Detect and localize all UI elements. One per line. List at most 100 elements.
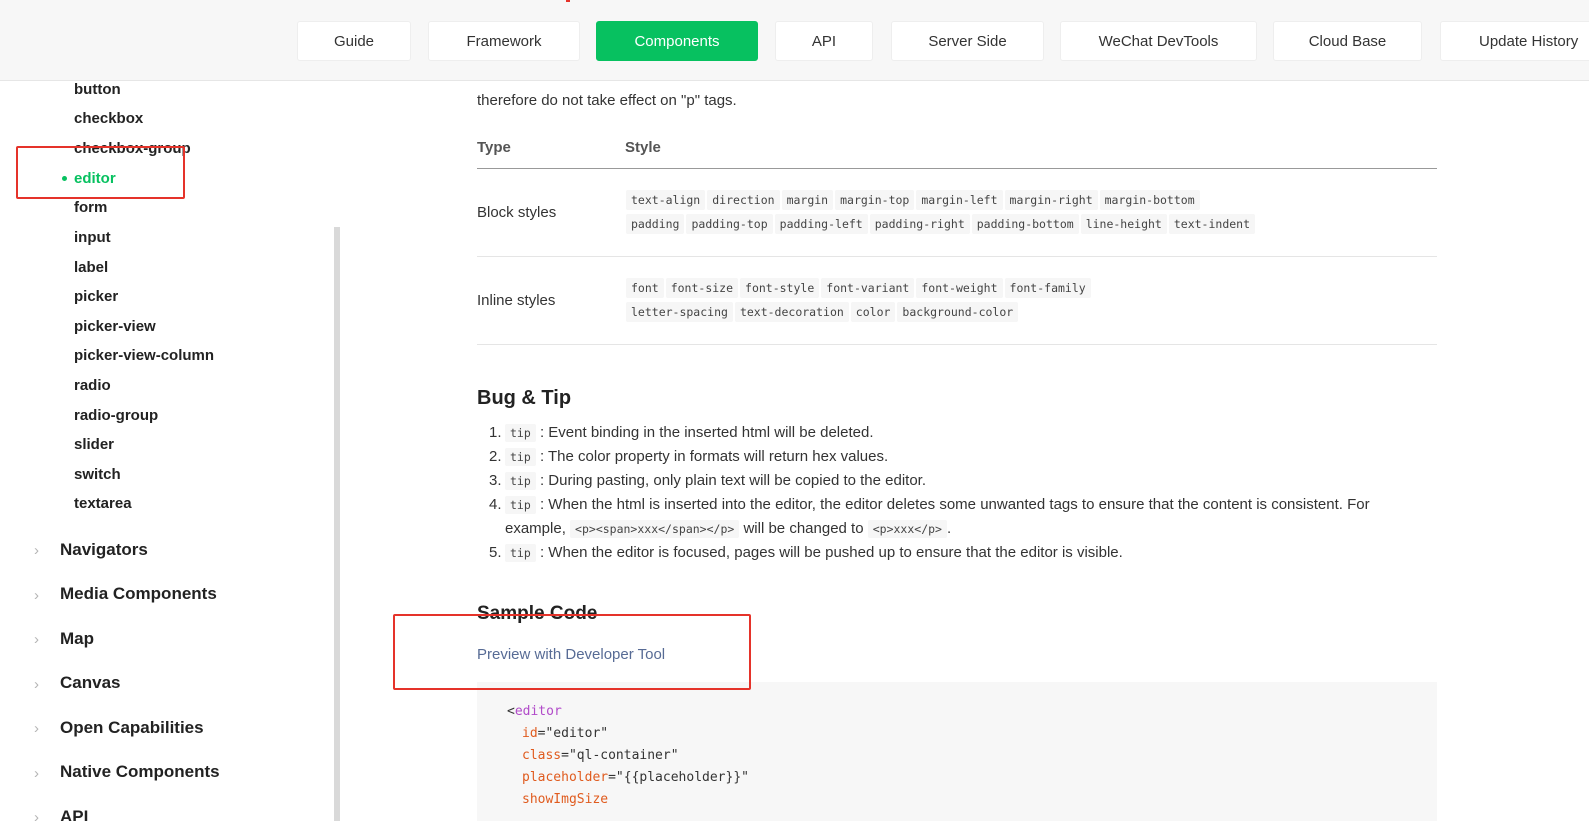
sidebar-item-slider[interactable]: slider	[74, 436, 114, 454]
code-line: id="editor"	[522, 726, 609, 741]
tip-text: : The color property in formats will ret…	[539, 448, 889, 465]
list-number: 4.	[489, 496, 502, 513]
tip-code: <p><span>xxx</span></p>	[570, 520, 740, 538]
nav-cloud-base[interactable]: Cloud Base	[1273, 21, 1422, 61]
table-header-style: Style	[625, 128, 1437, 169]
style-tag: line-height	[1080, 214, 1167, 234]
list-number: 2.	[489, 448, 502, 465]
style-table: Type Style Block styles text-align direct…	[477, 128, 1437, 345]
nav-guide[interactable]: Guide	[297, 21, 411, 61]
table-header-type: Type	[477, 128, 625, 169]
style-tag: direction	[707, 190, 780, 210]
style-tag: font-weight	[916, 278, 1003, 298]
tip-text: : During pasting, only plain text will b…	[539, 472, 927, 489]
sidebar-group-api[interactable]: API	[60, 807, 88, 821]
nav-api[interactable]: API	[775, 21, 873, 61]
style-tag: text-align	[626, 190, 706, 210]
list-item: 5. tip : When the editor is focused, page…	[477, 543, 1123, 563]
nav-update-history[interactable]: Update History	[1440, 21, 1589, 61]
sidebar-item-radio[interactable]: radio	[74, 377, 111, 395]
style-tag: text-indent	[1168, 214, 1256, 234]
style-tag: padding-right	[869, 214, 970, 234]
sidebar-item-label[interactable]: label	[74, 259, 108, 277]
sidebar-group-open-capabilities[interactable]: Open Capabilities	[60, 718, 204, 738]
list-item: 1. tip : Event binding in the inserted ht…	[477, 423, 873, 443]
sidebar-group-media-components[interactable]: Media Components	[60, 584, 217, 604]
sidebar-item-picker-view[interactable]: picker-view	[74, 318, 156, 336]
sidebar-scrollbar[interactable]	[334, 227, 340, 821]
intro-text: therefore do not take effect on "p" tags…	[477, 92, 737, 109]
sidebar-group-canvas[interactable]: Canvas	[60, 673, 120, 693]
style-tag: margin-top	[835, 190, 915, 210]
sidebar-item-textarea[interactable]: textarea	[74, 495, 132, 513]
chevron-right-icon: ›	[34, 676, 39, 693]
sidebar-item-radio-group[interactable]: radio-group	[74, 407, 158, 425]
style-tag: padding	[626, 214, 685, 234]
style-tag: letter-spacing	[626, 302, 733, 322]
tip-text: .	[946, 520, 952, 537]
list-item: 3. tip : During pasting, only plain text …	[477, 471, 926, 491]
table-cell-styles: text-align direction margin margin-top margi…	[625, 168, 1437, 257]
tip-code: tip	[505, 424, 536, 442]
code-line: placeholder="{{placeholder}}"	[522, 770, 749, 785]
style-tag: font-family	[1004, 278, 1091, 298]
tip-code: tip	[505, 496, 536, 514]
top-accent-mark	[566, 0, 570, 2]
sidebar-item-picker[interactable]: picker	[74, 288, 118, 306]
tip-code: <p>xxx</p>	[867, 520, 947, 538]
sidebar-item-button[interactable]: button	[74, 81, 121, 99]
tip-text: : When the editor is focused, pages will…	[539, 544, 1123, 561]
code-block: <editor id="editor" class="ql-container"…	[477, 682, 1437, 821]
style-tag: font-style	[740, 278, 820, 298]
tip-text: will be changed to	[743, 520, 864, 537]
tip-code: tip	[505, 448, 536, 466]
sidebar-group-map[interactable]: Map	[60, 629, 94, 649]
style-tag: margin-right	[1004, 190, 1098, 210]
chevron-right-icon: ›	[34, 587, 39, 604]
style-tag: margin-bottom	[1099, 190, 1200, 210]
table-cell-styles: font font-size font-style font-variant font-…	[625, 256, 1437, 345]
code-line: <editor	[507, 704, 562, 719]
sidebar-group-navigators[interactable]: Navigators	[60, 540, 148, 560]
list-item: 2. tip : The color property in formats wi…	[477, 447, 888, 467]
sidebar-group-native-components[interactable]: Native Components	[60, 762, 220, 782]
top-navigation: Guide Framework Components API Server Si…	[0, 0, 1589, 81]
highlight-box-sample-code	[393, 614, 751, 690]
list-item-continuation: example, <p><span>xxx</span></p> will be…	[505, 519, 951, 539]
nav-wechat-devtools[interactable]: WeChat DevTools	[1060, 21, 1257, 61]
sidebar-item-input[interactable]: input	[74, 229, 111, 247]
style-tag: font-size	[665, 278, 739, 298]
chevron-right-icon: ›	[34, 631, 39, 648]
sidebar-item-picker-view-column[interactable]: picker-view-column	[74, 347, 214, 365]
nav-components[interactable]: Components	[596, 21, 758, 61]
chevron-right-icon: ›	[34, 720, 39, 737]
style-tag: margin-left	[916, 190, 1003, 210]
style-tag: font-variant	[821, 278, 915, 298]
style-tag: margin	[781, 190, 834, 210]
code-line: class="ql-container"	[522, 748, 679, 763]
list-number: 1.	[489, 424, 502, 441]
list-item: 4. tip : When the html is inserted into t…	[477, 495, 1370, 515]
table-row: Block styles text-align direction margin ma…	[477, 168, 1437, 257]
bug-tip-heading: Bug & Tip	[477, 387, 572, 409]
tip-text: : When the html is inserted into the edi…	[539, 496, 1370, 513]
sidebar-item-switch[interactable]: switch	[74, 466, 121, 484]
tip-code: tip	[505, 472, 536, 490]
nav-server-side[interactable]: Server Side	[891, 21, 1044, 61]
table-row: Inline styles font font-size font-style fon…	[477, 256, 1437, 345]
sidebar-item-form[interactable]: form	[74, 199, 107, 217]
chevron-right-icon: ›	[34, 765, 39, 782]
style-tag: padding-left	[774, 214, 868, 234]
style-tag: padding-top	[686, 214, 773, 234]
nav-framework[interactable]: Framework	[428, 21, 580, 61]
tip-text: example,	[505, 520, 566, 537]
list-number: 3.	[489, 472, 502, 489]
style-tag: padding-bottom	[971, 214, 1079, 234]
style-tag: background-color	[897, 302, 1019, 322]
sidebar-item-checkbox[interactable]: checkbox	[74, 110, 143, 128]
tip-text: : Event binding in the inserted html wil…	[539, 424, 874, 441]
chevron-right-icon: ›	[34, 542, 39, 559]
style-tag: color	[850, 302, 896, 322]
tip-code: tip	[505, 544, 536, 562]
highlight-box-editor	[16, 146, 185, 199]
